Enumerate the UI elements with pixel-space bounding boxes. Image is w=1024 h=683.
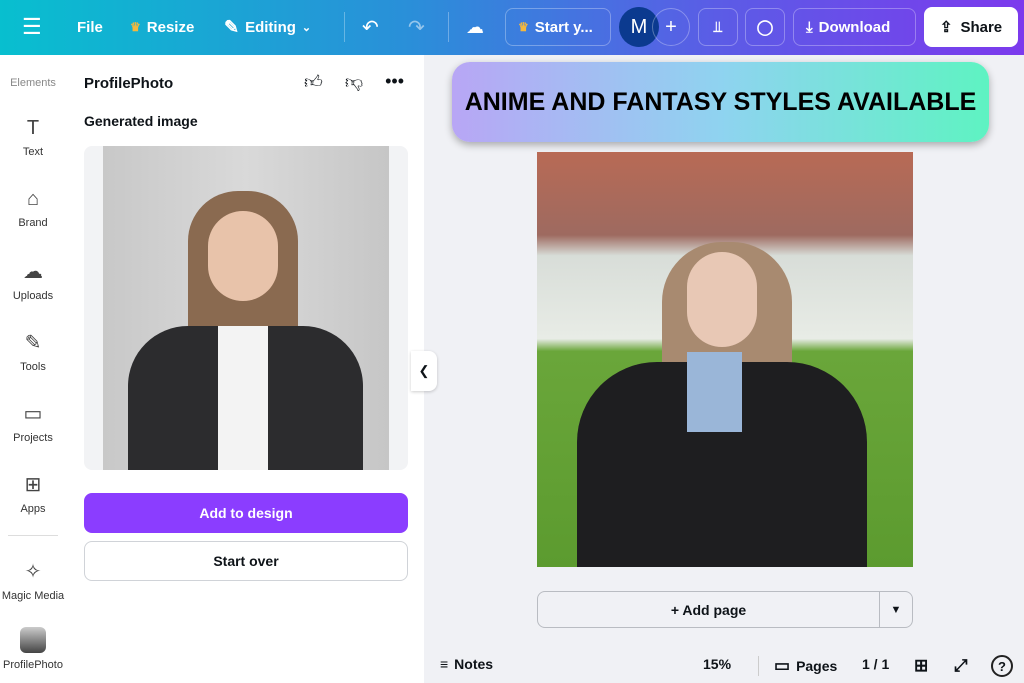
resize-label: Resize [146, 18, 195, 36]
promo-banner: ANIME AND FANTASY STYLES AVAILABLE [452, 62, 989, 142]
crown-icon: ♛ [130, 20, 141, 34]
share-button[interactable]: ⇪ Share [924, 7, 1018, 47]
rail-label: Text [22, 146, 44, 158]
download-label: Download [818, 18, 891, 36]
top-bar: ☰ File ♛ Resize ✎ Editing ⌄ ↶ ↷ ☁ ♛ Start y.… [0, 0, 1024, 55]
download-icon: ⤓ [806, 18, 813, 36]
thumbs-up-icon[interactable]: 👍︎ [304, 71, 323, 93]
pages-icon: ▭ [774, 656, 791, 675]
rail-label: Magic Media [1, 590, 65, 602]
editing-dropdown[interactable]: ✎ Editing ⌄ [224, 8, 311, 46]
rail-projects[interactable]: ▭ Projects [0, 401, 66, 444]
notes-label: Notes [454, 656, 494, 672]
start-over-button[interactable]: Start over [84, 541, 408, 581]
download-button[interactable]: ⤓ Download [793, 8, 916, 46]
rail-label: Uploads [12, 290, 54, 302]
share-label: Share [960, 18, 1003, 36]
rail-label: ProfilePhoto [3, 659, 63, 671]
thumbs-down-icon[interactable]: 👎︎ [345, 71, 363, 93]
apps-icon: ⊞ [24, 474, 42, 496]
page-count: 1 / 1 [862, 656, 890, 672]
rail-text[interactable]: T Text [0, 117, 66, 158]
comment-icon[interactable]: ◯ [745, 8, 785, 46]
side-panel: ProfilePhoto 👍︎ 👎︎ ••• Generated image Add… [66, 55, 424, 683]
design-photo[interactable] [537, 152, 913, 567]
panel-subtitle: Generated image [84, 113, 198, 129]
generated-image[interactable] [84, 146, 408, 470]
insights-icon[interactable]: ⫫ [698, 8, 738, 46]
cloud-saved-icon[interactable]: ☁ [466, 8, 484, 46]
pages-button[interactable]: ▭ Pages [774, 656, 837, 676]
start-trial-button[interactable]: ♛ Start y... [505, 8, 611, 46]
rail-label: Apps [20, 503, 46, 515]
rail-profilephoto[interactable]: ProfilePhoto [0, 627, 66, 671]
rail-label: Brand [18, 217, 48, 229]
panel-title: ProfilePhoto [84, 75, 174, 92]
editing-label: Editing [245, 18, 296, 36]
rail-elements[interactable]: Elements [0, 77, 66, 89]
brand-icon: ⌂ [26, 188, 40, 210]
notes-button[interactable]: ≡ Notes [440, 656, 493, 672]
tools-icon: ✎ [24, 332, 42, 354]
share-icon: ⇪ [939, 19, 953, 36]
rail-brand[interactable]: ⌂ Brand [0, 188, 66, 229]
add-page-button[interactable]: + Add page [538, 592, 880, 627]
rail-uploads[interactable]: ☁ Uploads [0, 259, 66, 302]
rail-label: Tools [20, 361, 46, 373]
zoom-level[interactable]: 15% [703, 656, 731, 672]
undo-icon[interactable]: ↶ [362, 8, 379, 46]
magic-media-icon: ✧ [24, 561, 42, 583]
notes-icon: ≡ [440, 656, 449, 672]
resize-button[interactable]: ♛ Resize [130, 8, 194, 46]
collapse-panel-button[interactable]: ❮ [411, 351, 437, 391]
upload-icon: ☁ [23, 261, 43, 283]
add-collaborator-icon[interactable]: + [652, 8, 690, 46]
add-page-control: + Add page ▼ [537, 591, 913, 628]
more-icon[interactable]: ••• [385, 71, 404, 93]
fullscreen-icon[interactable]: ⤢ [954, 656, 968, 676]
folder-icon: ▭ [23, 403, 43, 425]
rail-apps[interactable]: ⊞ Apps [0, 472, 66, 515]
chevron-down-icon[interactable]: ▼ [880, 592, 912, 627]
side-rail: Elements T Text ⌂ Brand ☁ Uploads ✎ Tools ▭ P… [0, 55, 66, 683]
start-label: Start y... [534, 18, 593, 36]
file-menu[interactable]: File [77, 8, 103, 46]
rail-tools[interactable]: ✎ Tools [0, 330, 66, 373]
profilephoto-app-icon [20, 627, 46, 653]
pencil-icon: ✎ [224, 16, 240, 37]
rail-label: Elements [10, 77, 56, 89]
crown-icon: ♛ [518, 20, 529, 34]
chevron-down-icon: ⌄ [301, 21, 312, 34]
pages-label: Pages [796, 658, 838, 674]
rail-magic-media[interactable]: ✧ Magic Media [0, 559, 66, 602]
help-icon[interactable]: ? [991, 655, 1013, 677]
redo-icon[interactable]: ↷ [408, 8, 425, 46]
menu-icon[interactable]: ☰ [22, 8, 42, 46]
rail-label: Projects [13, 432, 53, 444]
chevron-left-icon: ❮ [418, 363, 430, 378]
add-to-design-button[interactable]: Add to design [84, 493, 408, 533]
generated-photo [103, 146, 389, 470]
grid-view-icon[interactable]: ⊞ [914, 656, 928, 676]
text-icon: T [26, 117, 40, 139]
